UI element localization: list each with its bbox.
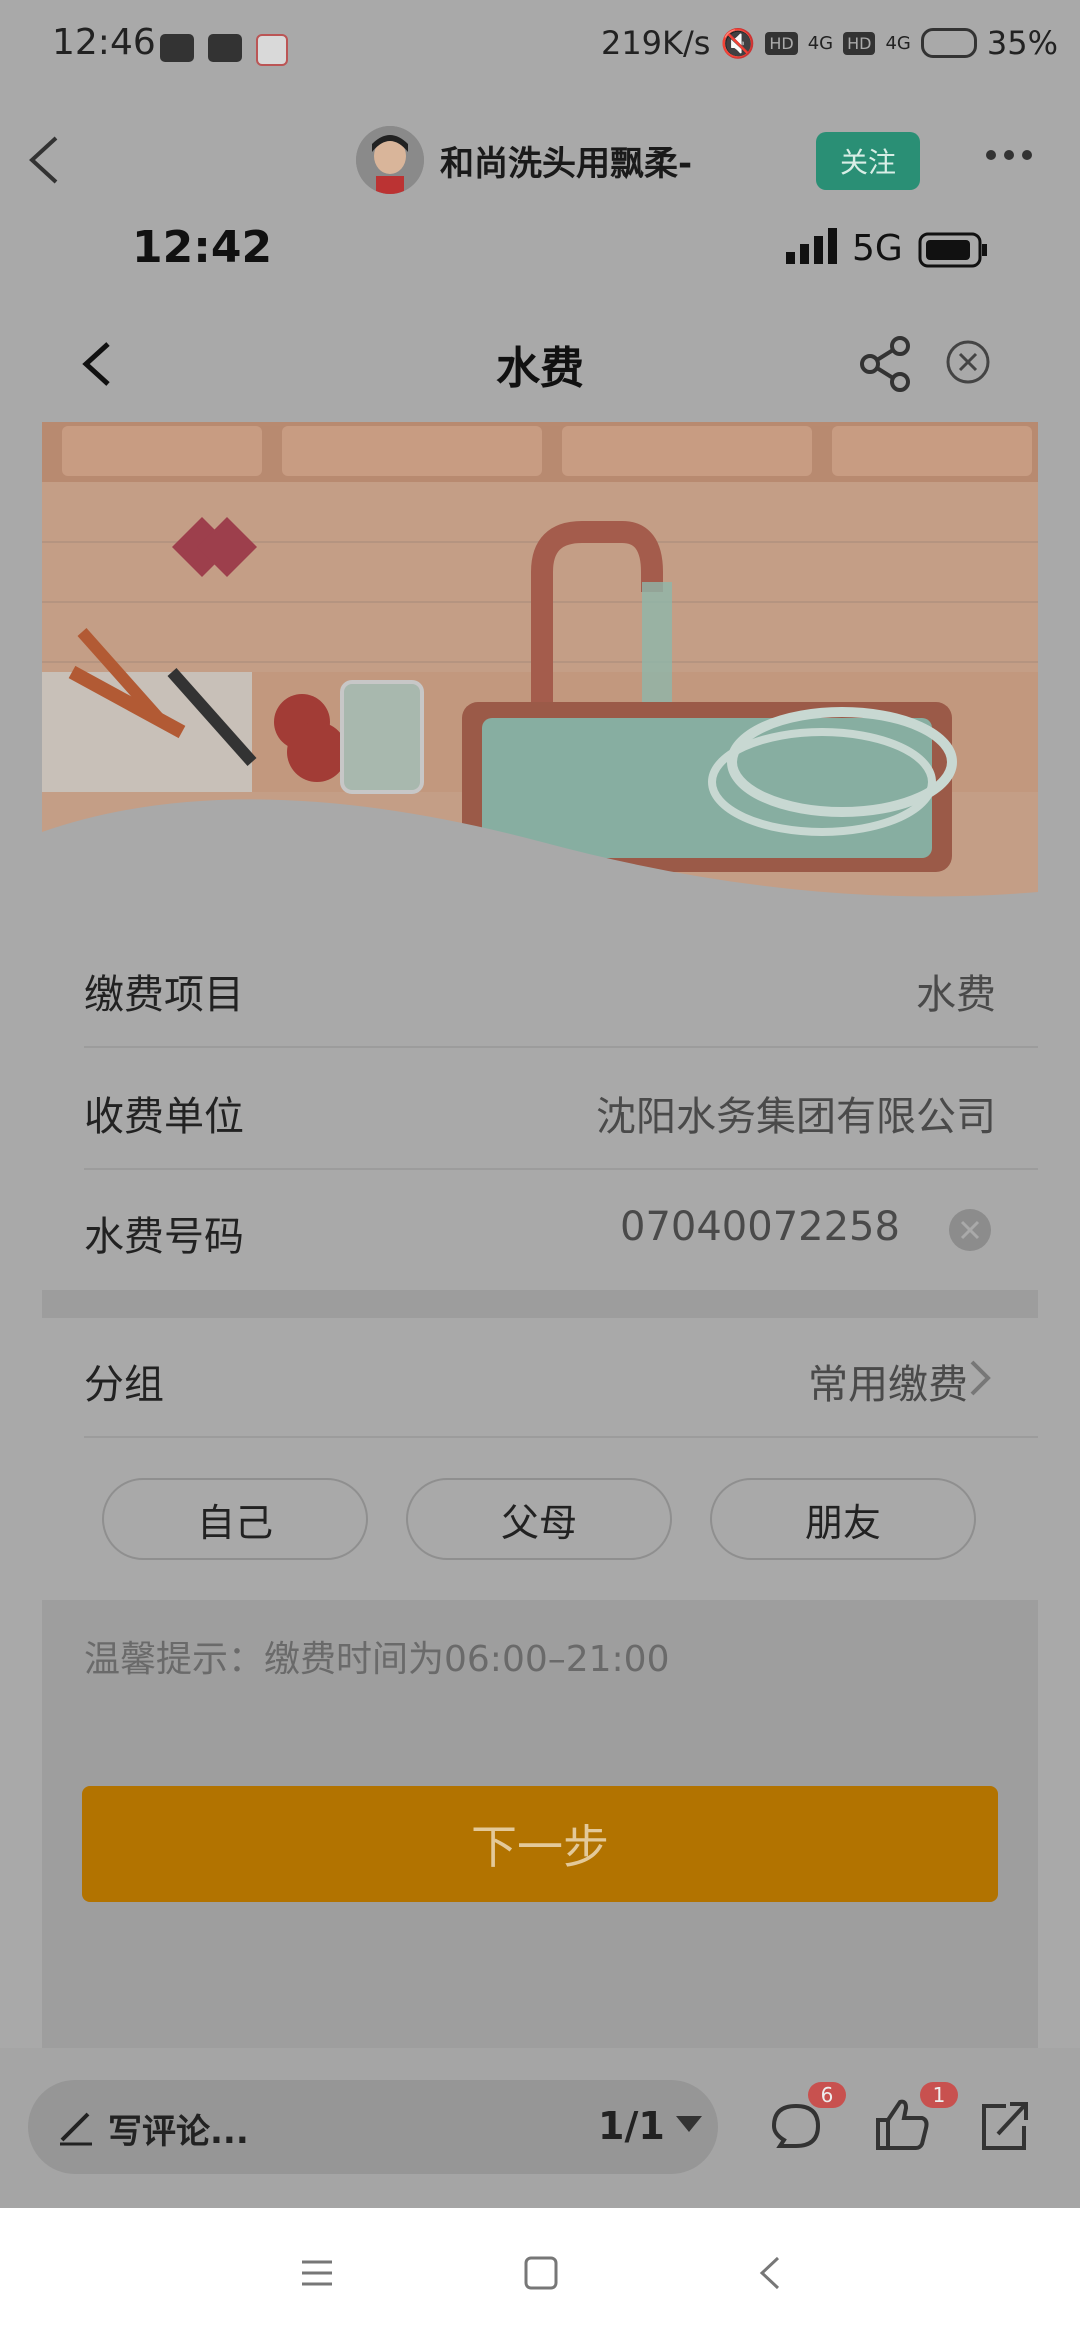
status-right: 219K/s 🔇 HD 4G HD 4G 35% (601, 24, 1058, 62)
divider (84, 1046, 1038, 1048)
message-icon (160, 34, 194, 62)
mute-icon: 🔇 (720, 26, 756, 60)
page-title: 水费 (496, 343, 584, 394)
tip-text: 温馨提示：缴费时间为06:00–21:00 (84, 1639, 670, 1680)
tag-self[interactable]: 自己 (102, 1478, 368, 1560)
page-indicator[interactable]: 1/1 (598, 2104, 665, 2148)
back-chevron-icon (759, 2256, 780, 2290)
group-value[interactable]: 常用缴费 (808, 1352, 968, 1410)
next-button[interactable]: 下一步 (82, 1786, 998, 1902)
banner-image (42, 422, 1038, 932)
tag-parents[interactable]: 父母 (406, 1478, 672, 1560)
row-value-item: 水费 (916, 972, 996, 1018)
menu-icon (302, 2260, 332, 2286)
share-button[interactable] (858, 334, 914, 398)
chevron-left-icon (29, 136, 58, 184)
signal-4g-icon: 4G (807, 32, 834, 54)
notification-icons (160, 34, 288, 66)
comment-count-badge: 6 (808, 2082, 846, 2108)
home-nav-button[interactable] (524, 2256, 558, 2294)
inner-battery-icon (918, 232, 990, 272)
dropdown-triangle-icon[interactable] (676, 2116, 702, 2138)
row-value-payee: 沈阳水务集团有限公司 (596, 1094, 996, 1140)
pencil-icon (56, 2106, 96, 2150)
comment-placeholder[interactable]: 写评论... (108, 2104, 249, 2153)
row-label-payee: 收费单位 (84, 1094, 244, 1140)
avatar-image (356, 126, 424, 194)
network-speed: 219K/s (600, 24, 711, 62)
close-button[interactable] (944, 338, 992, 390)
close-circle-icon (946, 340, 990, 384)
divider (84, 1436, 1038, 1438)
status-time: 12:46 (52, 22, 156, 63)
inner-network: 5G (852, 228, 903, 269)
signal-bars-icon (786, 226, 842, 270)
inner-status-time: 12:42 (132, 222, 273, 273)
clear-input-button[interactable] (948, 1208, 992, 1256)
more-button[interactable] (986, 150, 1032, 160)
divider (84, 1168, 1038, 1170)
battery-percent: 35% (986, 24, 1058, 62)
message-icon (208, 34, 242, 62)
hd-icon: HD (765, 31, 798, 55)
back-nav-button[interactable] (756, 2254, 786, 2296)
app-icon (256, 34, 288, 66)
back-button[interactable] (18, 130, 78, 190)
like-count-badge: 1 (920, 2082, 958, 2108)
share-icon (860, 336, 910, 392)
hd-icon: HD (843, 31, 876, 55)
tag-friends[interactable]: 朋友 (710, 1478, 976, 1560)
chevron-right-icon (966, 1356, 994, 1404)
home-square-icon (524, 2256, 558, 2290)
follow-button[interactable]: 关注 (816, 132, 920, 190)
kitchen-sink-illustration (42, 422, 1038, 932)
row-label-item: 缴费项目 (84, 972, 244, 1018)
author-name[interactable]: 和尚洗头用飘柔- (440, 136, 692, 185)
signal-4g-icon: 4G (885, 32, 911, 54)
clear-icon (949, 1209, 991, 1251)
row-label-account: 水费号码 (84, 1214, 244, 1260)
comment-bubble-icon (771, 2103, 821, 2148)
share-arrow-icon (982, 2102, 1028, 2150)
more-icon (986, 150, 1032, 160)
avatar[interactable] (356, 126, 424, 194)
section-divider (42, 1290, 1038, 1318)
menu-nav-button[interactable] (300, 2256, 334, 2294)
share-post-button[interactable] (976, 2098, 1032, 2158)
account-number-input[interactable]: 07040072258 (620, 1204, 900, 1250)
comment-button[interactable] (766, 2100, 826, 2160)
battery-icon (920, 28, 977, 58)
group-label: 分组 (84, 1362, 164, 1408)
